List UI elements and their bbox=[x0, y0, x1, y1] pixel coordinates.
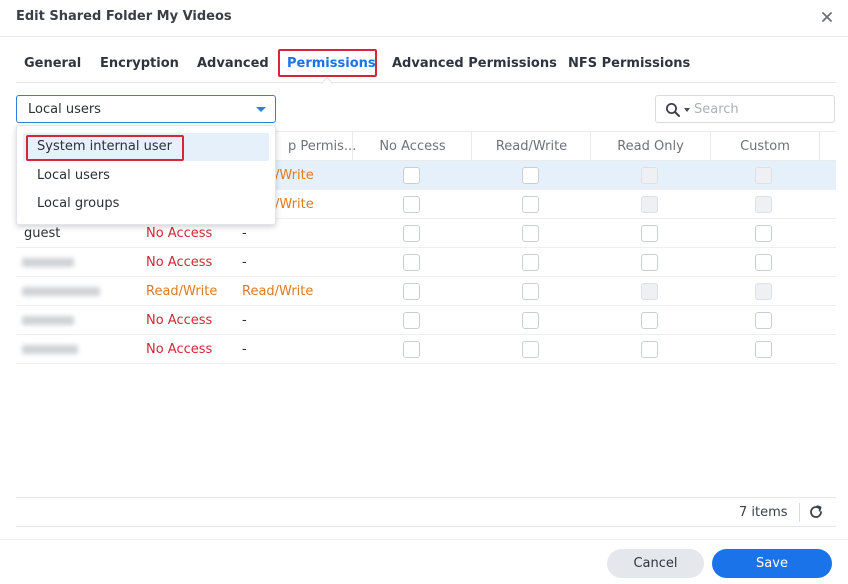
no-access-checkbox[interactable] bbox=[403, 225, 420, 242]
read-only-checkbox bbox=[641, 283, 658, 300]
read-only-checkbox bbox=[641, 167, 658, 184]
read-only-checkbox[interactable] bbox=[641, 225, 658, 242]
redacted-user-name bbox=[22, 345, 78, 354]
tab-advanced[interactable]: Advanced bbox=[197, 56, 269, 71]
column-header-group-permissions[interactable]: p Permis... bbox=[268, 132, 356, 161]
group-permission: Read/Write bbox=[242, 284, 314, 299]
caret-down-icon bbox=[256, 107, 266, 112]
user-type-select-value: Local users bbox=[28, 102, 101, 117]
redacted-user-name bbox=[22, 258, 74, 267]
no-access-checkbox[interactable] bbox=[403, 196, 420, 213]
custom-checkbox bbox=[755, 167, 772, 184]
read-only-checkbox[interactable] bbox=[641, 312, 658, 329]
no-access-checkbox[interactable] bbox=[403, 312, 420, 329]
custom-checkbox[interactable] bbox=[755, 225, 772, 242]
redacted-user-name bbox=[22, 316, 74, 325]
refresh-icon[interactable] bbox=[808, 504, 824, 520]
read-write-checkbox[interactable] bbox=[522, 196, 539, 213]
search-box[interactable] bbox=[655, 95, 835, 123]
search-options-caret-icon[interactable] bbox=[684, 108, 690, 112]
option-local-groups[interactable]: Local groups bbox=[17, 190, 275, 218]
tab-advanced-permissions[interactable]: Advanced Permissions bbox=[392, 56, 557, 71]
save-button[interactable]: Save bbox=[712, 549, 832, 578]
table-footer-divider bbox=[16, 497, 836, 498]
group-permission: /Write bbox=[275, 197, 314, 212]
group-permission: - bbox=[242, 342, 247, 357]
redacted-user-name bbox=[22, 287, 100, 296]
custom-checkbox[interactable] bbox=[755, 312, 772, 329]
preview-permission: No Access bbox=[146, 342, 213, 357]
column-header-no-access[interactable]: No Access bbox=[352, 132, 472, 161]
custom-checkbox bbox=[755, 196, 772, 213]
table-row[interactable]: Read/Write Read/Write bbox=[16, 277, 836, 306]
column-header-read-only[interactable]: Read Only bbox=[590, 132, 710, 161]
preview-permission: No Access bbox=[146, 313, 213, 328]
user-name: guest bbox=[24, 226, 61, 241]
search-input[interactable] bbox=[694, 100, 829, 119]
option-local-users[interactable]: Local users bbox=[17, 162, 275, 190]
dialog-title: Edit Shared Folder My Videos bbox=[16, 9, 232, 24]
table-row[interactable]: No Access - bbox=[16, 248, 836, 277]
custom-checkbox bbox=[755, 283, 772, 300]
read-only-checkbox[interactable] bbox=[641, 254, 658, 271]
custom-checkbox[interactable] bbox=[755, 254, 772, 271]
group-permission: /Write bbox=[275, 168, 314, 183]
read-write-checkbox[interactable] bbox=[522, 225, 539, 242]
user-type-dropdown: System internal user Local users Local g… bbox=[16, 125, 276, 225]
preview-permission: No Access bbox=[146, 226, 213, 241]
no-access-checkbox[interactable] bbox=[403, 283, 420, 300]
active-tab-indicator-icon bbox=[321, 77, 333, 84]
read-only-checkbox[interactable] bbox=[641, 341, 658, 358]
table-bottom-divider bbox=[16, 526, 836, 527]
preview-permission: No Access bbox=[146, 255, 213, 270]
read-write-checkbox[interactable] bbox=[522, 167, 539, 184]
group-permission: - bbox=[242, 255, 247, 270]
user-type-select[interactable]: Local users bbox=[16, 95, 276, 123]
table-row[interactable]: No Access - bbox=[16, 335, 836, 364]
read-write-checkbox[interactable] bbox=[522, 283, 539, 300]
tabs-divider bbox=[16, 82, 836, 83]
close-icon[interactable] bbox=[819, 9, 835, 25]
tab-encryption[interactable]: Encryption bbox=[100, 56, 179, 71]
no-access-checkbox[interactable] bbox=[403, 167, 420, 184]
item-count: 7 items bbox=[739, 505, 788, 520]
dialog-footer-divider bbox=[0, 539, 848, 540]
group-permission: - bbox=[242, 226, 247, 241]
tab-nfs-permissions[interactable]: NFS Permissions bbox=[568, 56, 690, 71]
no-access-checkbox[interactable] bbox=[403, 254, 420, 271]
tab-permissions[interactable]: Permissions bbox=[287, 56, 376, 71]
option-system-internal-user[interactable]: System internal user bbox=[23, 133, 269, 161]
read-write-checkbox[interactable] bbox=[522, 341, 539, 358]
title-bar: Edit Shared Folder My Videos bbox=[0, 0, 848, 37]
column-header-custom[interactable]: Custom bbox=[710, 132, 820, 161]
footer-separator bbox=[799, 503, 800, 522]
table-row[interactable]: No Access - bbox=[16, 306, 836, 335]
group-permission: - bbox=[242, 313, 247, 328]
cancel-button[interactable]: Cancel bbox=[607, 549, 704, 578]
preview-permission: Read/Write bbox=[146, 284, 218, 299]
column-header-read-write[interactable]: Read/Write bbox=[471, 132, 591, 161]
read-write-checkbox[interactable] bbox=[522, 312, 539, 329]
search-icon[interactable] bbox=[665, 102, 681, 118]
read-write-checkbox[interactable] bbox=[522, 254, 539, 271]
custom-checkbox[interactable] bbox=[755, 341, 772, 358]
read-only-checkbox bbox=[641, 196, 658, 213]
tab-general[interactable]: General bbox=[24, 56, 81, 71]
no-access-checkbox[interactable] bbox=[403, 341, 420, 358]
